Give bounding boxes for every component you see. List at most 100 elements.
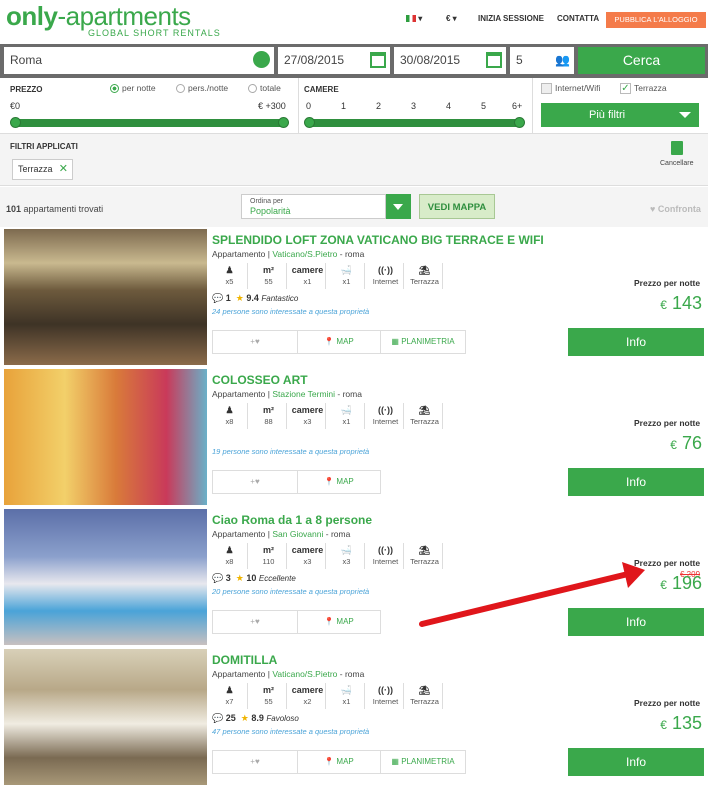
star-icon: ★ — [240, 713, 249, 723]
reviews[interactable]: 💬 1 ★ 9.4 Fantastico — [212, 293, 298, 304]
amenity-bath: 🛁 x1 — [329, 263, 365, 289]
amenity-bath: 🛁 x3 — [329, 543, 365, 569]
currency-selector[interactable]: € ▾ — [446, 14, 457, 23]
rooms-slider[interactable] — [306, 119, 524, 127]
listing-photo[interactable] — [4, 369, 207, 505]
amenity-rooms: camere x1 — [290, 263, 326, 289]
publish-button[interactable]: PUBBLICA L'ALLOGGIO — [606, 12, 706, 28]
price-slider-min-handle[interactable] — [10, 117, 21, 128]
interest-note: 19 persone sono interessate a questa pro… — [212, 447, 370, 456]
map-button[interactable]: 📍 MAP — [297, 610, 381, 634]
amenity-people: ♟ x8 — [212, 403, 248, 429]
logo[interactable]: only-apartments — [6, 2, 191, 30]
price-slider-max-handle[interactable] — [278, 117, 289, 128]
favorite-button[interactable]: +♥ — [212, 750, 298, 774]
comment-icon: 💬 — [212, 293, 224, 303]
favorite-button[interactable]: +♥ — [212, 610, 298, 634]
reviews[interactable]: 💬 3 ★ 10 Eccellente — [212, 573, 296, 584]
more-filters-button[interactable]: Più filtri — [541, 103, 699, 127]
comment-icon: 💬 — [212, 713, 224, 723]
price-slider[interactable] — [12, 119, 288, 127]
listing-title[interactable]: DOMITILLA — [212, 653, 277, 667]
info-button[interactable]: Info — [568, 328, 704, 356]
rooms-tick: 6+ — [512, 101, 523, 111]
map-pin-icon: 📍 — [324, 617, 335, 626]
listing-price: € 76 — [670, 433, 702, 453]
heart-icon: ♥ — [254, 617, 260, 626]
search-button[interactable]: Cerca — [578, 47, 705, 74]
zone-link[interactable]: Stazione Termini — [272, 389, 335, 399]
wifi-checkbox[interactable]: Internet/Wifi — [541, 83, 600, 95]
listing-title[interactable]: SPLENDIDO LOFT ZONA VATICANO BIG TERRACE… — [212, 233, 544, 247]
amenity-sqm: m² 55 — [251, 683, 287, 709]
view-map-button[interactable]: VEDI MAPPA — [419, 194, 495, 219]
favorite-button[interactable]: +♥ — [212, 330, 298, 354]
close-icon[interactable]: ✕ — [59, 160, 68, 179]
checkin-input[interactable]: 27/08/2015 — [278, 47, 390, 74]
amenity-terrace: ⛱ Terrazza — [407, 263, 443, 289]
favorite-button[interactable]: +♥ — [212, 470, 298, 494]
listing-photo[interactable] — [4, 509, 207, 645]
people-icon: 👥 — [555, 53, 570, 67]
interest-note: 20 persone sono interessate a questa pro… — [212, 587, 370, 596]
applied-filters: FILTRI APPLICATI — [0, 134, 708, 186]
map-button[interactable]: 📍 MAP — [297, 750, 381, 774]
listing-photo[interactable] — [4, 229, 207, 365]
bathtub-icon: 🛁 — [340, 545, 353, 555]
map-pin-icon: 📍 — [324, 477, 335, 486]
checkout-input[interactable]: 30/08/2015 — [394, 47, 506, 74]
reviews[interactable]: 💬 25 ★ 8.9 Favoloso — [212, 713, 299, 724]
radio-total[interactable]: totale — [248, 83, 281, 94]
location-input[interactable]: Roma — [4, 47, 274, 74]
amenity-people: ♟ x5 — [212, 263, 248, 289]
radio-per-person[interactable]: pers./notte — [176, 83, 228, 94]
terrace-checkbox[interactable]: ✓ Terrazza — [620, 83, 667, 95]
terrace-icon: ⛱ — [418, 545, 431, 555]
info-button[interactable]: Info — [568, 748, 704, 776]
results-count: 101 appartamenti trovati — [6, 204, 104, 214]
sort-dropdown-button[interactable] — [386, 194, 411, 219]
calendar-icon[interactable] — [486, 52, 502, 68]
globe-icon[interactable] — [253, 51, 270, 68]
login-link[interactable]: INIZIA SESSIONE — [478, 14, 544, 23]
heart-icon: ♥ — [254, 337, 260, 346]
compare-button[interactable]: ♥ Confronta — [650, 204, 701, 214]
price-per-night-label: Prezzo per notte — [634, 698, 701, 708]
amenity-rooms: camere x2 — [290, 683, 326, 709]
listing-title[interactable]: COLOSSEO ART — [212, 373, 308, 387]
amenity-rooms: camere x3 — [290, 543, 326, 569]
zone-link[interactable]: Vaticano/S.Pietro — [272, 669, 337, 679]
rooms-label: CAMERE — [304, 85, 339, 94]
info-button[interactable]: Info — [568, 468, 704, 496]
bathtub-icon: 🛁 — [340, 405, 353, 415]
zone-link[interactable]: San Giovanni — [272, 529, 323, 539]
listing-title[interactable]: Ciao Roma da 1 a 8 persone — [212, 513, 372, 527]
clear-filters-link[interactable]: Cancellare — [660, 160, 693, 167]
contact-link[interactable]: CONTATTA — [557, 14, 599, 23]
filter-chip-terrace[interactable]: Terrazza ✕ — [12, 159, 73, 180]
map-button[interactable]: 📍 MAP — [297, 470, 381, 494]
radio-per-night[interactable]: per notte — [110, 83, 156, 94]
amenity-rooms: camere x3 — [290, 403, 326, 429]
floorplan-button[interactable]: ▦ PLANIMETRIA — [380, 750, 466, 774]
terrace-icon: ⛱ — [418, 685, 431, 695]
listing-photo[interactable] — [4, 649, 207, 785]
rooms-tick: 3 — [411, 101, 417, 111]
rooms-slider-max-handle[interactable] — [514, 117, 525, 128]
listing-card: SPLENDIDO LOFT ZONA VATICANO BIG TERRACE… — [0, 229, 708, 369]
guests-input[interactable]: 5 👥 — [510, 47, 574, 74]
price-min: €0 — [10, 101, 21, 111]
info-button[interactable]: Info — [568, 608, 704, 636]
rooms-slider-min-handle[interactable] — [304, 117, 315, 128]
price-max: € +300 — [258, 101, 286, 111]
trash-icon[interactable] — [671, 141, 683, 155]
zone-link[interactable]: Vaticano/S.Pietro — [272, 249, 337, 259]
map-button[interactable]: 📍 MAP — [297, 330, 381, 354]
floorplan-button[interactable]: ▦ PLANIMETRIA — [380, 330, 466, 354]
amenity-internet: ((·)) Internet — [368, 683, 404, 709]
calendar-icon[interactable] — [370, 52, 386, 68]
language-selector[interactable]: ▾ — [406, 14, 422, 23]
wifi-icon: ((·)) — [378, 545, 393, 555]
sort-select[interactable]: Ordina per Popolarità — [241, 194, 386, 219]
rooms-tick: 2 — [376, 101, 382, 111]
